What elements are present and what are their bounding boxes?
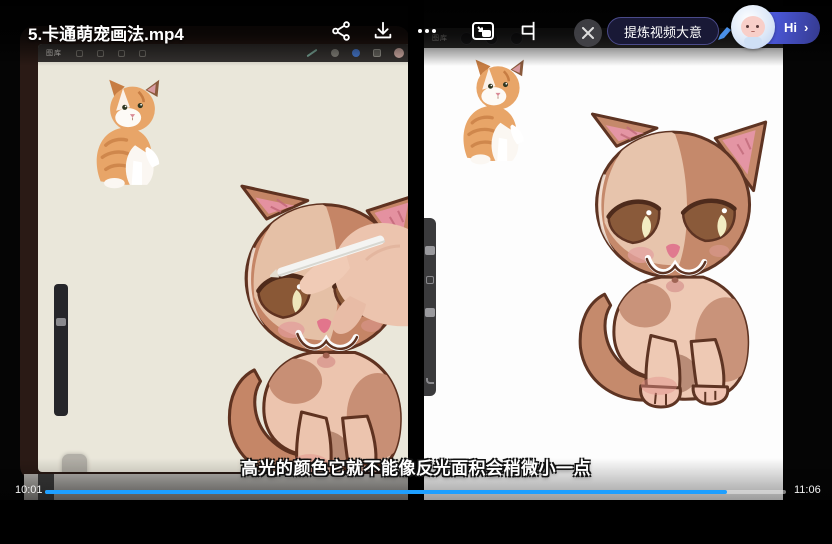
total-duration: 11:06 [794, 484, 821, 496]
progress-bar[interactable] [45, 490, 786, 494]
more-options-button[interactable] [414, 18, 440, 44]
picture-in-picture-icon [471, 20, 495, 42]
reference-kitten-photo [452, 58, 544, 166]
summarize-video-label: 提炼视频大意 [624, 22, 702, 41]
download-button[interactable] [370, 18, 396, 44]
pip-button[interactable] [470, 18, 496, 44]
video-title: 5.卡通萌宠画法.mp4 [28, 20, 184, 45]
subtitle-text: 高光的颜色它就不能像反光面积会稍微小一点 [66, 454, 766, 479]
undo-icon [426, 378, 434, 384]
share-button[interactable] [328, 18, 354, 44]
video-player: 图库 [0, 0, 832, 544]
letterbox-strip [783, 0, 832, 500]
procreate-sidebar-slider [424, 218, 436, 396]
modify-button-icon [426, 276, 434, 284]
progress-fill [45, 490, 727, 494]
assistant-face [741, 16, 765, 38]
screen-recording-view: 图库 [424, 0, 783, 500]
cast-icon [518, 20, 540, 42]
summarize-video-button[interactable]: 提炼视频大意 [607, 17, 719, 45]
close-icon [582, 27, 594, 39]
assistant-greeting: Hi [784, 20, 797, 35]
procreate-sidebar-slider [54, 284, 68, 416]
assistant-avatar [731, 5, 775, 49]
cartoon-cat-drawing [552, 108, 783, 410]
split-divider [408, 0, 424, 500]
artist-hand-with-pencil [270, 190, 410, 400]
control-bar: 倍速 SVIP 超清 字幕 SVIP 查找 [0, 500, 832, 544]
cast-button[interactable] [516, 18, 542, 44]
assistant-body [744, 37, 762, 47]
pencil-icon[interactable] [716, 26, 732, 42]
more-icon [415, 20, 439, 42]
assistant-entry[interactable]: Hi › [734, 12, 820, 44]
current-time: 10:01 [15, 484, 43, 496]
ipad-screen: 图库 [38, 44, 410, 472]
reference-kitten-photo [85, 78, 180, 190]
share-icon [330, 20, 352, 42]
download-icon [372, 20, 394, 42]
chevron-right-icon: › [804, 20, 808, 35]
close-button[interactable] [574, 19, 602, 47]
video-content[interactable]: 图库 [0, 0, 832, 500]
camera-view-ipad: 图库 [0, 0, 410, 500]
top-overlay-bar: 5.卡通萌宠画法.mp4 [0, 0, 832, 66]
